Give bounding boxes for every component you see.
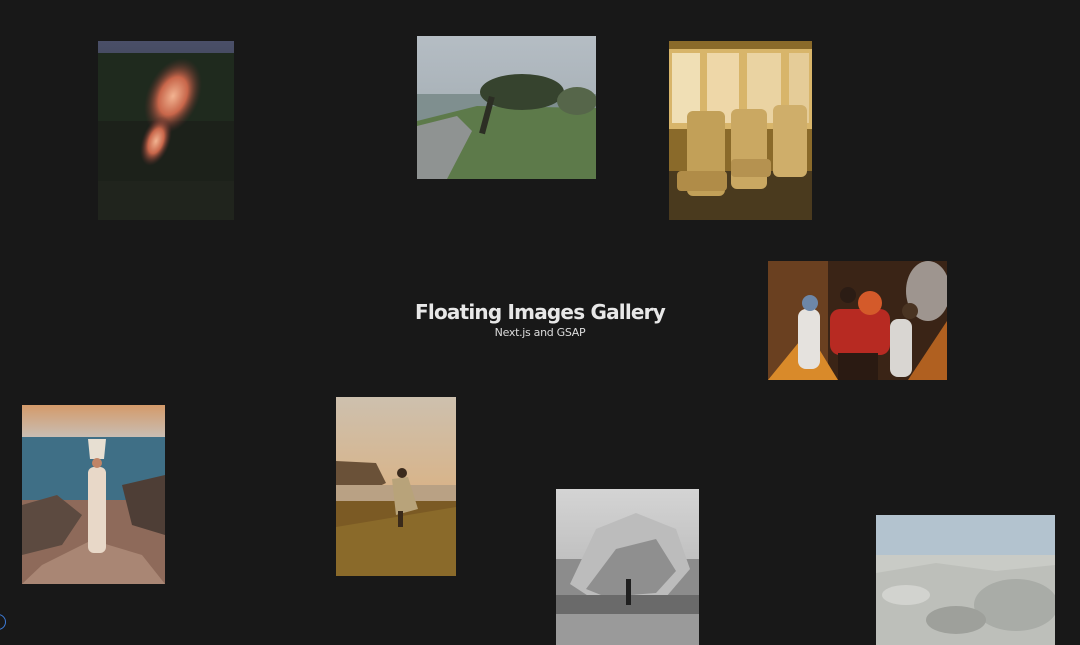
train-seats-photo[interactable] xyxy=(669,41,812,220)
dev-indicator-icon[interactable] xyxy=(0,614,6,630)
woman-seaside-photo[interactable] xyxy=(22,405,165,584)
woman-seaside-image xyxy=(22,405,165,584)
cloaked-figure-photo[interactable] xyxy=(336,397,456,576)
windswept-tree-photo[interactable] xyxy=(417,36,596,179)
white-landscape-photo[interactable] xyxy=(876,515,1055,645)
rock-formation-photo[interactable] xyxy=(556,489,699,645)
fire-field-photo[interactable] xyxy=(98,41,234,220)
fire-field-image xyxy=(98,41,234,220)
gallery-stage: Floating Images Gallery Next.js and GSAP xyxy=(0,0,1080,645)
white-landscape-image xyxy=(876,515,1055,645)
windswept-tree-image xyxy=(417,36,596,179)
page-title: Floating Images Gallery xyxy=(415,300,666,324)
hero-title-block: Floating Images Gallery Next.js and GSAP xyxy=(0,298,1080,340)
rock-formation-image xyxy=(556,489,699,645)
page-subtitle: Next.js and GSAP xyxy=(494,326,586,339)
train-seats-image xyxy=(669,41,812,220)
cloaked-figure-image xyxy=(336,397,456,576)
